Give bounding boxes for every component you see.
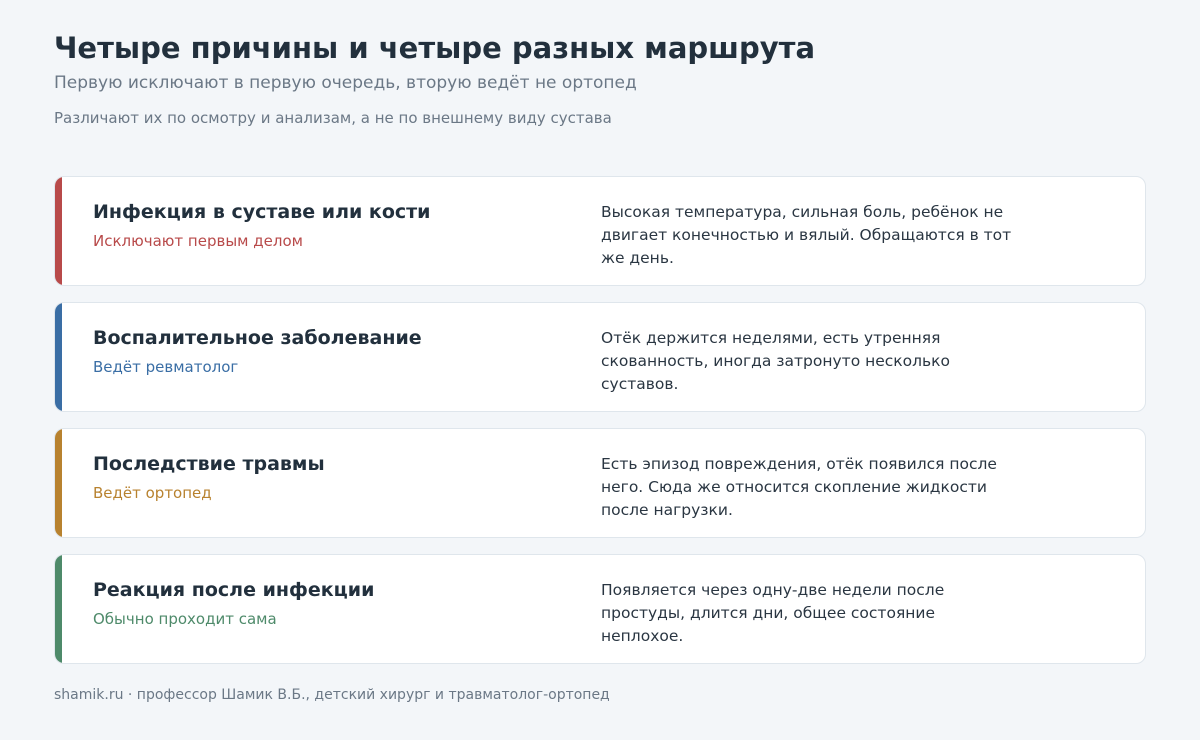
accent-bar <box>55 429 62 537</box>
cause-card-post-infection: Реакция после инфекции Обычно проходит с… <box>54 554 1146 664</box>
page-title: Четыре причины и четыре разных маршрута <box>54 31 816 65</box>
cause-card-infection: Инфекция в суставе или кости Исключают п… <box>54 176 1146 286</box>
footer-credit: shamik.ru · профессор Шамик В.Б., детски… <box>54 687 610 703</box>
card-route: Ведёт ревматолог <box>93 358 239 376</box>
card-description: Есть эпизод повреждения, отёк появился п… <box>601 455 997 519</box>
accent-bar <box>55 555 62 663</box>
card-title: Инфекция в суставе или кости <box>93 201 431 223</box>
card-route: Ведёт ортопед <box>93 484 212 502</box>
cause-card-trauma: Последствие травмы Ведёт ортопед Есть эп… <box>54 428 1146 538</box>
cause-card-inflammatory: Воспалительное заболевание Ведёт ревмато… <box>54 302 1146 412</box>
card-title: Реакция после инфекции <box>93 579 375 601</box>
card-route: Исключают первым делом <box>93 232 303 250</box>
accent-bar <box>55 303 62 411</box>
accent-bar <box>55 177 62 285</box>
page-note: Различают их по осмотру и анализам, а не… <box>54 109 612 127</box>
card-title: Последствие травмы <box>93 453 325 475</box>
page-subtitle: Первую исключают в первую очередь, втору… <box>54 73 637 93</box>
page-header: Четыре причины и четыре разных маршрута … <box>54 30 1144 128</box>
card-description: Появляется через одну-две недели после п… <box>601 581 945 645</box>
card-description: Высокая температура, сильная боль, ребён… <box>601 203 1012 267</box>
card-route: Обычно проходит сама <box>93 610 277 628</box>
cause-card-list: Инфекция в суставе или кости Исключают п… <box>54 176 1146 680</box>
card-title: Воспалительное заболевание <box>93 327 422 349</box>
card-description: Отёк держится неделями, есть утренняя ск… <box>601 329 951 393</box>
